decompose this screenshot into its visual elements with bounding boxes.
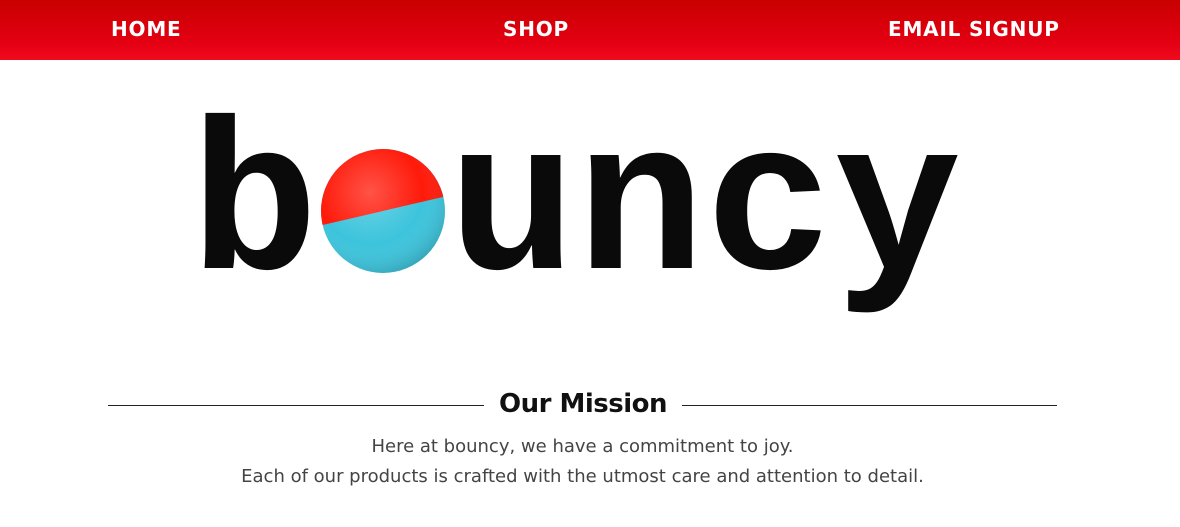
mission-divider-left: [108, 405, 484, 406]
mission-text-line-1: Here at bouncy, we have a commitment to …: [371, 436, 794, 457]
nav-email-signup-link[interactable]: EMAIL SIGNUP: [888, 14, 1060, 44]
mission-divider-right: [682, 405, 1057, 406]
mission-heading: Our Mission: [498, 389, 668, 419]
logo-letters-uncy: uncy: [448, 100, 962, 320]
nav-home-link[interactable]: HOME: [111, 14, 182, 44]
top-navbar: HOME SHOP EMAIL SIGNUP: [0, 0, 1180, 60]
mission-text-line-2: Each of our products is crafted with the…: [241, 466, 924, 487]
bouncy-logo[interactable]: b uncy: [180, 100, 980, 320]
bouncy-ball-icon: [321, 149, 445, 273]
logo-letter-b: b: [190, 100, 318, 320]
nav-shop-link[interactable]: SHOP: [503, 14, 569, 44]
